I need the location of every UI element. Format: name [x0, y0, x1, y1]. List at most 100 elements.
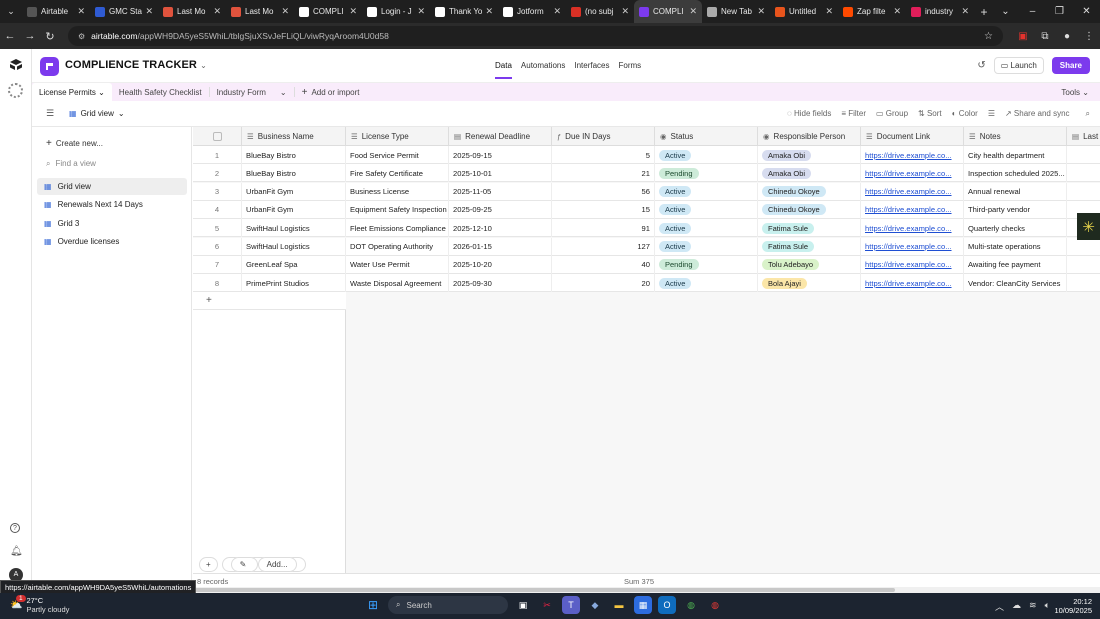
base-title[interactable]: COMPLIENCE TRACKER ⌄ [65, 59, 207, 71]
sort-button[interactable]: ⇅ Sort [918, 109, 942, 119]
view-item-renewals[interactable]: ▦ Renewals Next 14 Days [37, 196, 187, 213]
cell-responsible-person[interactable]: Chinedu Okoye [758, 182, 861, 201]
cell-business-name[interactable]: GreenLeaf Spa [242, 255, 346, 274]
document-link[interactable]: https://drive.example.co... [865, 187, 952, 196]
file-explorer-icon[interactable]: ▬ [610, 596, 628, 614]
header-tab-data[interactable]: Data [495, 61, 512, 79]
col-header-last[interactable]: ▤ Last [1067, 127, 1100, 146]
cell-due-in-days[interactable]: 20 [552, 274, 655, 293]
cell-document-link[interactable]: https://drive.example.co... [861, 219, 964, 238]
browser-tab[interactable]: Jotform ✕ [498, 0, 566, 23]
cell-last[interactable] [1067, 183, 1100, 201]
document-link[interactable]: https://drive.example.co... [865, 224, 952, 233]
view-item-grid-3[interactable]: ▦ Grid 3 [37, 215, 187, 232]
document-link[interactable]: https://drive.example.co... [865, 279, 952, 288]
tools-button[interactable]: Tools ⌄ [1054, 83, 1096, 101]
cell-status[interactable]: Active [655, 274, 758, 293]
cell-responsible-person[interactable]: Bola Ajayi [758, 274, 861, 293]
history-icon[interactable]: ↺ [977, 60, 985, 71]
header-tab-forms[interactable]: Forms [619, 61, 642, 79]
document-link[interactable]: https://drive.example.co... [865, 260, 952, 269]
cell-due-in-days[interactable]: 21 [552, 164, 655, 183]
cell-business-name[interactable]: SwiftHaul Logistics [242, 237, 346, 256]
col-header-notes[interactable]: ☰ Notes [964, 127, 1067, 146]
table-tab-industry-form[interactable]: Industry Form [210, 83, 273, 101]
row-number[interactable]: 3 [193, 182, 242, 201]
document-link[interactable]: https://drive.example.co... [865, 242, 952, 251]
onedrive-icon[interactable]: ☁ [1012, 600, 1021, 613]
cell-due-in-days[interactable]: 91 [552, 219, 655, 238]
tab-close-icon[interactable]: ✕ [825, 6, 833, 17]
tab-close-icon[interactable]: ✕ [893, 6, 901, 17]
cell-notes[interactable]: Third-party vendor [964, 200, 1067, 219]
share-button[interactable]: Share [1051, 57, 1090, 74]
browser-menu-icon[interactable]: ⋮ [1078, 31, 1100, 42]
forward-icon[interactable]: → [20, 30, 40, 42]
browser-tab[interactable]: Airtable ✕ [22, 0, 90, 23]
table-row[interactable]: 7 GreenLeaf Spa Water Use Permit 2025-10-20… [193, 255, 1100, 274]
view-item-grid-view[interactable]: ▦ Grid view [37, 178, 187, 195]
cell-status[interactable]: Active [655, 182, 758, 201]
cell-renewal-deadline[interactable]: 2025-09-25 [449, 200, 552, 219]
cell-responsible-person[interactable]: Amaka Obi [758, 164, 861, 183]
profile-avatar[interactable]: ● [1056, 31, 1078, 42]
add-with-ai-button[interactable]: ✎ Add... [221, 557, 306, 572]
row-number[interactable]: 8 [193, 274, 242, 293]
find-view-input[interactable]: ⌕ Find a view [46, 159, 96, 169]
cell-last[interactable] [1067, 274, 1100, 292]
table-row[interactable]: 2 BlueBay Bistro Fire Safety Certificate 20… [193, 164, 1100, 183]
wifi-icon[interactable]: ≋ [1029, 600, 1037, 613]
col-header-document-link[interactable]: ☰ Document Link [861, 127, 964, 146]
create-view-button[interactable]: + Create new... [46, 138, 103, 149]
cell-license-type[interactable]: Business License [346, 182, 449, 201]
view-switcher[interactable]: ▦ Grid view ⌄ [69, 109, 125, 118]
group-button[interactable]: ▭ Group [876, 109, 908, 119]
browser-tab[interactable]: New Tab ✕ [702, 0, 770, 23]
browser-tab[interactable]: Last Mo ✕ [158, 0, 226, 23]
cell-notes[interactable]: Quarterly checks [964, 219, 1067, 238]
col-header-status[interactable]: ◉ Status [655, 127, 758, 146]
tab-close-icon[interactable]: ✕ [281, 6, 289, 17]
cell-responsible-person[interactable]: Fatima Sule [758, 219, 861, 238]
cell-responsible-person[interactable]: Fatima Sule [758, 237, 861, 256]
hide-fields-button[interactable]: ◌ Hide fields [787, 109, 831, 119]
cell-notes[interactable]: City health department [964, 146, 1067, 164]
address-bar[interactable]: ⚙ airtable.com /appWH9DA5yeS5WhiL/tblgSj… [68, 26, 1003, 46]
teams-icon[interactable]: T [562, 596, 580, 614]
col-header-license-type[interactable]: ☰ License Type [346, 127, 449, 146]
cell-renewal-deadline[interactable]: 2025-10-20 [449, 255, 552, 274]
volume-icon[interactable]: 🔈︎ [1045, 600, 1050, 613]
browser-tab[interactable]: COMPLI ✕ [634, 0, 702, 23]
tray-chevron-icon[interactable]: ︿ [995, 600, 1004, 613]
tab-list-icon[interactable]: ⌄ [992, 0, 1019, 23]
close-window-icon[interactable]: ✕ [1073, 0, 1100, 23]
cell-last[interactable] [1067, 164, 1100, 182]
cell-due-in-days[interactable]: 40 [552, 255, 655, 274]
cell-license-type[interactable]: Waste Disposal Agreement [346, 274, 449, 293]
table-row[interactable]: 6 SwiftHaul Logistics DOT Operating Author… [193, 237, 1100, 256]
table-row[interactable]: 8 PrimePrint Studios Waste Disposal Agreem… [193, 274, 1100, 293]
header-tab-interfaces[interactable]: Interfaces [574, 61, 609, 79]
tab-close-icon[interactable]: ✕ [417, 6, 425, 17]
cell-business-name[interactable]: UrbanFit Gym [242, 200, 346, 219]
table-row[interactable]: 4 UrbanFit Gym Equipment Safety Inspection… [193, 200, 1100, 219]
table-row[interactable]: 3 UrbanFit Gym Business License 2025-11-05 5… [193, 182, 1100, 201]
cell-due-in-days[interactable]: 127 [552, 237, 655, 256]
launch-button[interactable]: ▭ Launch [993, 57, 1044, 74]
row-number[interactable]: 2 [193, 164, 242, 183]
chrome-icon[interactable]: ◍ [682, 596, 700, 614]
cell-due-in-days[interactable]: 5 [552, 146, 655, 164]
cell-business-name[interactable]: BlueBay Bistro [242, 146, 346, 164]
cell-status[interactable]: Active [655, 200, 758, 219]
cell-notes[interactable]: Inspection scheduled 2025... [964, 164, 1067, 183]
outlook-icon[interactable]: O [658, 596, 676, 614]
color-button[interactable]: ◐ Color [952, 109, 978, 119]
new-tab-button[interactable]: + [974, 5, 994, 19]
cell-status[interactable]: Pending [655, 255, 758, 274]
add-or-import-button[interactable]: + Add or import [295, 83, 367, 101]
cell-renewal-deadline[interactable]: 2025-09-30 [449, 274, 552, 293]
workspace-loading-icon[interactable] [8, 83, 23, 98]
cell-status[interactable]: Active [655, 219, 758, 238]
pdf-extension-icon[interactable]: ▣ [1012, 31, 1034, 42]
tab-close-icon[interactable]: ✕ [689, 6, 697, 17]
